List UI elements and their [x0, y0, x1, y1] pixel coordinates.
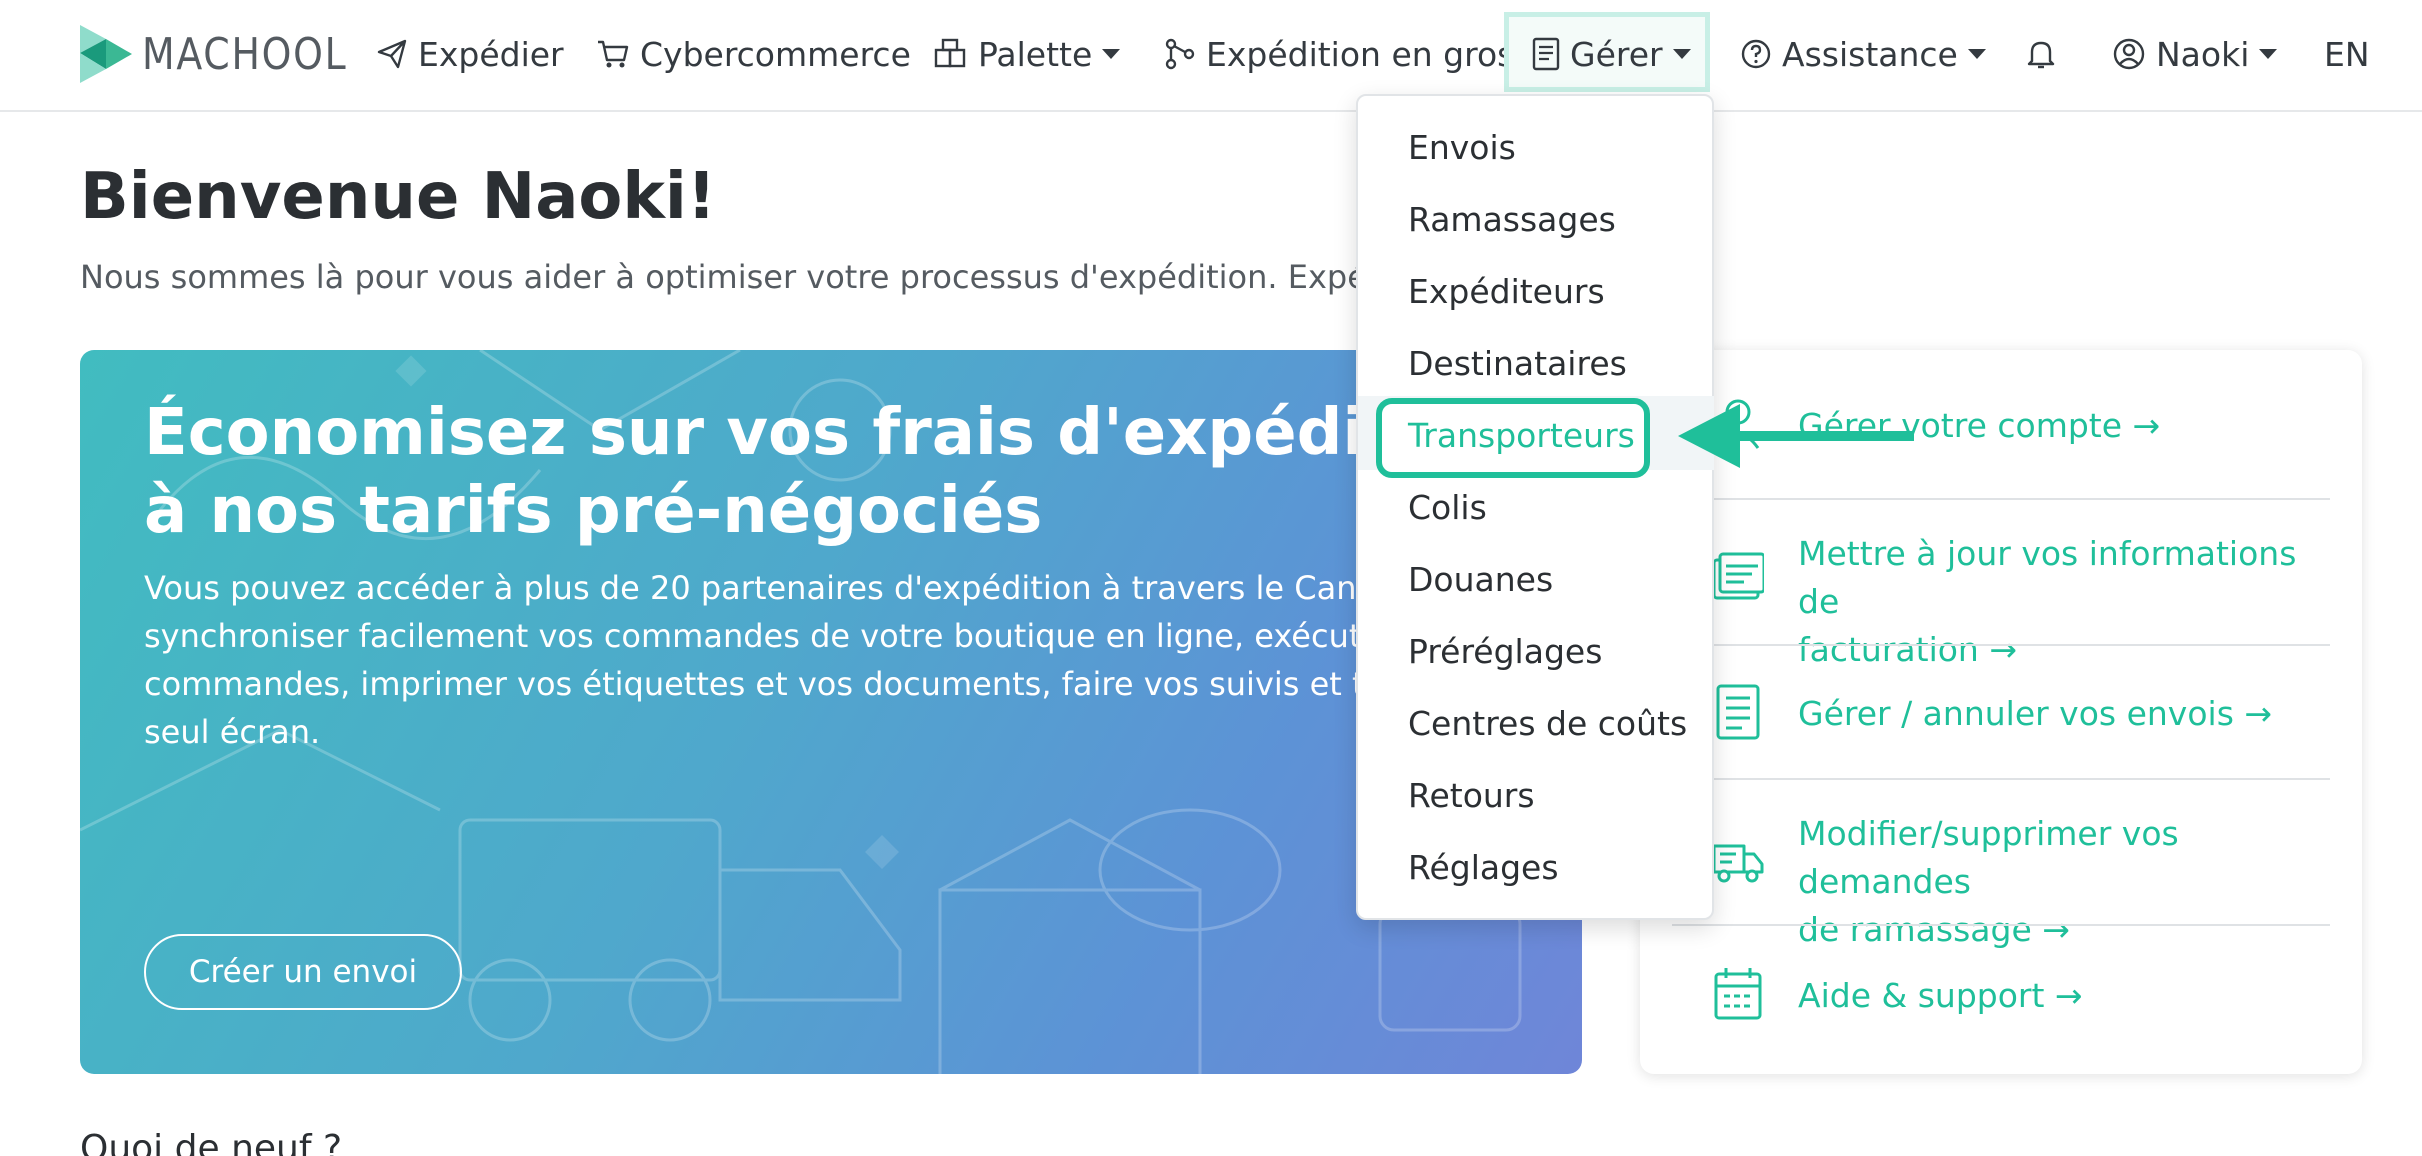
menu-item-expediteurs[interactable]: Expéditeurs: [1408, 272, 1605, 311]
link-update-billing-label: Mettre à jour vos informations de factur…: [1798, 530, 2338, 674]
link-update-billing-line: Mettre à jour vos informations de: [1798, 534, 2297, 621]
link-manage-shipments-label: Gérer / annuler vos envois →: [1798, 694, 2273, 733]
divider: [1672, 778, 2330, 780]
nav-gerer-label: Gérer: [1570, 34, 1663, 74]
document-icon: [1532, 37, 1560, 71]
menu-item-destinataires[interactable]: Destinataires: [1408, 344, 1627, 383]
menu-item-retours[interactable]: Retours: [1408, 776, 1535, 815]
top-navbar: MACHOOL Expédier Cybercommerce Palette E…: [0, 0, 2422, 112]
language-label: EN: [2324, 34, 2370, 74]
invoice-icon: [1712, 552, 1764, 600]
nav-notifications[interactable]: [2026, 26, 2066, 82]
question-circle-icon: [1741, 39, 1771, 69]
calendar-icon: [1714, 968, 1762, 1020]
menu-item-envois[interactable]: Envois: [1408, 128, 1516, 167]
link-update-billing-line: facturation →: [1798, 630, 2017, 669]
cart-icon: [598, 40, 629, 68]
gerer-dropdown-menu: Envois Ramassages Expéditeurs Destinatai…: [1356, 94, 1714, 920]
divider: [1672, 498, 2330, 500]
link-manage-shipments[interactable]: Gérer / annuler vos envois →: [1640, 680, 2362, 744]
link-update-billing[interactable]: Mettre à jour vos informations de factur…: [1640, 530, 2362, 669]
menu-item-transporteurs[interactable]: Transporteurs: [1408, 416, 1635, 455]
divider: [1672, 644, 2330, 646]
bell-icon: [2027, 41, 2055, 69]
nav-language-toggle[interactable]: EN: [2324, 26, 2370, 82]
page-subtitle: Nous sommes là pour vous aider à optimis…: [80, 258, 1380, 296]
link-modify-pickups-line: de ramassage →: [1798, 910, 2070, 949]
menu-item-douanes[interactable]: Douanes: [1408, 560, 1553, 599]
link-help-support-label: Aide & support →: [1798, 976, 2083, 1015]
nav-expedier[interactable]: Expédier: [376, 26, 564, 82]
nav-assistance[interactable]: Assistance: [1740, 26, 1986, 82]
menu-item-colis[interactable]: Colis: [1408, 488, 1487, 527]
user-circle-icon: [2113, 38, 2145, 70]
chevron-down-icon: [1967, 49, 1986, 59]
boxes-icon: [934, 38, 966, 68]
brand-logo[interactable]: MACHOOL: [80, 24, 381, 84]
link-modify-pickups-label: Modifier/supprimer vos demandes de ramas…: [1798, 810, 2338, 954]
nav-expedition-en-gros[interactable]: Expédition en gros: [1164, 26, 1514, 82]
chevron-down-icon: [1102, 49, 1121, 59]
link-modify-pickups-line: Modifier/supprimer vos demandes: [1798, 814, 2179, 901]
nav-user-menu[interactable]: Naoki: [2112, 26, 2278, 82]
nav-palette-label: Palette: [978, 34, 1093, 74]
menu-item-ramassages[interactable]: Ramassages: [1408, 200, 1616, 239]
menu-item-centres-de-couts[interactable]: Centres de coûts: [1408, 704, 1687, 743]
whats-new-heading: Quoi de neuf ?: [80, 1128, 343, 1156]
nav-gerer[interactable]: Gérer: [1532, 26, 1691, 82]
nav-assistance-label: Assistance: [1782, 34, 1958, 74]
nav-expedier-label: Expédier: [418, 34, 564, 74]
nav-user-name: Naoki: [2156, 34, 2250, 74]
clipboard-list-icon: [1716, 684, 1760, 740]
page-title: Bienvenue Naoki!: [80, 160, 717, 234]
divider: [1672, 924, 2330, 926]
share-nodes-icon: [1165, 38, 1195, 70]
link-modify-pickups[interactable]: Modifier/supprimer vos demandes de ramas…: [1640, 810, 2362, 949]
nav-cybercommerce-label: Cybercommerce: [640, 34, 911, 74]
menu-item-prereglages[interactable]: Préréglages: [1408, 632, 1602, 671]
brand-name: MACHOOL: [142, 28, 348, 80]
create-shipment-button[interactable]: Créer un envoi: [144, 934, 462, 1010]
nav-expedition-en-gros-label: Expédition en gros: [1206, 34, 1515, 74]
link-help-support[interactable]: Aide & support →: [1640, 962, 2362, 1026]
machool-logo-icon: [80, 25, 132, 83]
nav-cybercommerce[interactable]: Cybercommerce: [596, 26, 911, 82]
truck-icon: [1712, 844, 1764, 883]
chevron-down-icon: [2259, 49, 2278, 59]
menu-item-reglages[interactable]: Réglages: [1408, 848, 1559, 887]
annotation-arrow-icon: [1678, 404, 1914, 468]
chevron-down-icon: [1672, 49, 1691, 59]
nav-palette[interactable]: Palette: [934, 26, 1121, 82]
paper-plane-icon: [377, 39, 407, 69]
